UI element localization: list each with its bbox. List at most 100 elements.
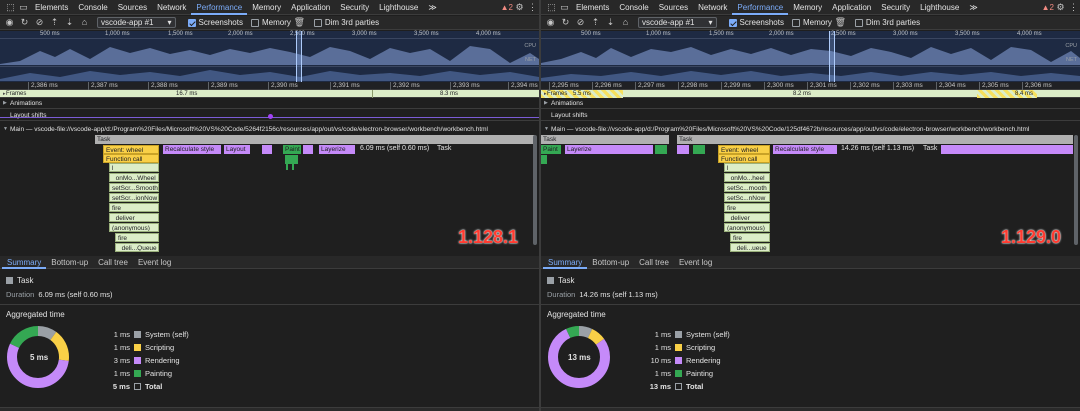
screenshots-checkbox[interactable]: Screenshots <box>187 18 243 27</box>
flame-stack-frame[interactable]: setSc...mooth <box>724 183 770 192</box>
device-toolbar-icon[interactable]: ▭ <box>558 1 571 14</box>
timeline-overview[interactable]: 500 ms 1,000 ms 1,500 ms 2,000 ms 2,500 … <box>541 31 1080 82</box>
tab-performance[interactable]: Performance <box>191 0 248 15</box>
tab-console[interactable]: Console <box>614 0 653 15</box>
flame-stack-frame[interactable]: fire <box>109 203 159 212</box>
flame-stack-frame[interactable]: (anonymous) <box>109 223 159 232</box>
clear-icon[interactable]: ⊘ <box>574 16 587 29</box>
tab-call-tree[interactable]: Call tree <box>93 256 133 269</box>
target-select[interactable]: vscode-app #1 ▾ <box>97 17 176 28</box>
flame-stack-frame[interactable]: fire <box>730 233 770 242</box>
target-select[interactable]: vscode-app #1 ▾ <box>638 17 717 28</box>
more-options-icon[interactable]: ⋮ <box>1067 1 1080 14</box>
flame-event-wheel[interactable]: Event: wheel <box>718 145 770 154</box>
flame-stack-frame[interactable]: fire <box>724 203 770 212</box>
flame-stack-frame[interactable]: l <box>109 163 159 172</box>
animations-track[interactable]: ▶ Animations <box>541 98 1080 109</box>
flame-stack-frame[interactable]: setScr...Smooth <box>109 183 159 192</box>
tab-event-log[interactable]: Event log <box>674 256 717 269</box>
flame-task[interactable]: Task <box>677 135 1073 144</box>
flame-task[interactable]: Task <box>95 135 535 144</box>
collect-garbage-icon[interactable]: 🗑 <box>834 16 847 29</box>
flame-paint-child[interactable] <box>541 155 547 164</box>
flame-chart[interactable]: Task Task Paint Layerize Event: wheel Re… <box>541 135 1080 255</box>
clear-icon[interactable]: ⊘ <box>33 16 46 29</box>
tab-lighthouse[interactable]: Lighthouse <box>374 0 423 15</box>
dim-third-parties-checkbox[interactable]: Dim 3rd parties <box>313 18 379 27</box>
flame-stack-frame[interactable]: _onMo...heel <box>724 173 770 182</box>
more-tabs-button[interactable]: ≫ <box>423 0 441 15</box>
download-icon[interactable]: ⇣ <box>604 16 617 29</box>
warning-counter[interactable]: ▲2 <box>501 3 513 12</box>
more-options-icon[interactable]: ⋮ <box>526 1 539 14</box>
main-thread-track-header[interactable]: ▼ Main — vscode-file://vscode-app/d:/Pro… <box>0 124 539 135</box>
inspect-element-icon[interactable]: ⬚ <box>4 1 17 14</box>
download-icon[interactable]: ⇣ <box>63 16 76 29</box>
tab-console[interactable]: Console <box>73 0 112 15</box>
tab-lighthouse[interactable]: Lighthouse <box>915 0 964 15</box>
flame-stack-frame[interactable]: _deliver <box>724 213 770 222</box>
inspect-element-icon[interactable]: ⬚ <box>545 1 558 14</box>
flame-event-wheel[interactable]: Event: wheel <box>103 145 159 154</box>
collapse-triangle-icon[interactable]: ▼ <box>3 124 8 135</box>
tab-memory[interactable]: Memory <box>247 0 286 15</box>
expand-triangle-icon[interactable]: ▶ <box>3 98 7 109</box>
flame-stack-frame[interactable]: setSc...nNow <box>724 193 770 202</box>
flame-rendering-small[interactable] <box>303 145 313 154</box>
tab-security[interactable]: Security <box>335 0 374 15</box>
tab-event-log[interactable]: Event log <box>133 256 176 269</box>
tab-network[interactable]: Network <box>152 0 191 15</box>
upload-icon[interactable]: ⇡ <box>589 16 602 29</box>
screenshots-checkbox[interactable]: Screenshots <box>728 18 784 27</box>
warning-counter[interactable]: ▲2 <box>1042 3 1054 12</box>
dim-third-parties-checkbox[interactable]: Dim 3rd parties <box>854 18 920 27</box>
flame-stack-frame[interactable]: _deli...Queue <box>115 243 159 252</box>
flame-function-call[interactable]: Function call <box>103 154 159 163</box>
flame-stack-frame[interactable]: l <box>724 163 770 172</box>
home-icon[interactable]: ⌂ <box>78 16 91 29</box>
tab-sources[interactable]: Sources <box>654 0 693 15</box>
frames-track[interactable]: ▸ Frames 16.7 ms 8.3 ms <box>0 90 539 98</box>
flame-recalculate-style[interactable]: Recalculate style <box>773 145 837 154</box>
flame-stack-frame[interactable]: setScr...ionNow <box>109 193 159 202</box>
reload-record-icon[interactable]: ↻ <box>559 16 572 29</box>
upload-icon[interactable]: ⇡ <box>48 16 61 29</box>
tab-application[interactable]: Application <box>827 0 876 15</box>
tab-performance[interactable]: Performance <box>732 0 789 15</box>
flame-stack-frame[interactable]: fire <box>115 233 159 242</box>
settings-gear-icon[interactable]: ⚙ <box>513 1 526 14</box>
flame-rendering-small[interactable] <box>677 145 689 154</box>
flame-paint[interactable]: Paint <box>541 145 561 154</box>
tab-elements[interactable]: Elements <box>30 0 73 15</box>
flame-recalculate-style[interactable]: Recalculate style <box>163 145 221 154</box>
layout-shifts-track[interactable]: Layout shifts <box>541 110 1080 121</box>
settings-gear-icon[interactable]: ⚙ <box>1054 1 1067 14</box>
flame-layerize[interactable]: Layerize <box>319 145 355 154</box>
flame-layerize[interactable]: Layerize <box>565 145 653 154</box>
reload-record-icon[interactable]: ↻ <box>18 16 31 29</box>
tab-call-tree[interactable]: Call tree <box>634 256 674 269</box>
flame-paint-small[interactable] <box>693 145 705 154</box>
device-toolbar-icon[interactable]: ▭ <box>17 1 30 14</box>
memory-checkbox[interactable]: Memory <box>791 18 832 27</box>
flame-chart[interactable]: Task Event: wheel Recalculate style Layo… <box>0 135 539 255</box>
record-icon[interactable]: ◉ <box>544 16 557 29</box>
flame-scrollbar[interactable] <box>1074 135 1078 245</box>
flame-rendering-long[interactable] <box>941 145 1073 154</box>
flame-stack-frame[interactable]: _onMo...Wheel <box>109 173 159 182</box>
collect-garbage-icon[interactable]: 🗑 <box>293 16 306 29</box>
tab-security[interactable]: Security <box>876 0 915 15</box>
flame-layout[interactable]: Layout <box>224 145 250 154</box>
flame-paint-child[interactable] <box>285 155 298 164</box>
tab-bottom-up[interactable]: Bottom-up <box>46 256 93 269</box>
layout-shift-marker[interactable] <box>268 114 273 119</box>
flame-stack-frame[interactable]: _deliver <box>109 213 159 222</box>
timeline-overview[interactable]: 500 ms 1,000 ms 1,500 ms 2,000 ms 2,500 … <box>0 31 539 82</box>
tab-sources[interactable]: Sources <box>113 0 152 15</box>
expand-triangle-icon[interactable]: ▶ <box>544 98 548 109</box>
flame-paint-small[interactable] <box>655 145 667 154</box>
tab-memory[interactable]: Memory <box>788 0 827 15</box>
flame-task[interactable]: Task <box>541 135 669 144</box>
overview-selection-window[interactable] <box>829 31 835 82</box>
tab-elements[interactable]: Elements <box>571 0 614 15</box>
